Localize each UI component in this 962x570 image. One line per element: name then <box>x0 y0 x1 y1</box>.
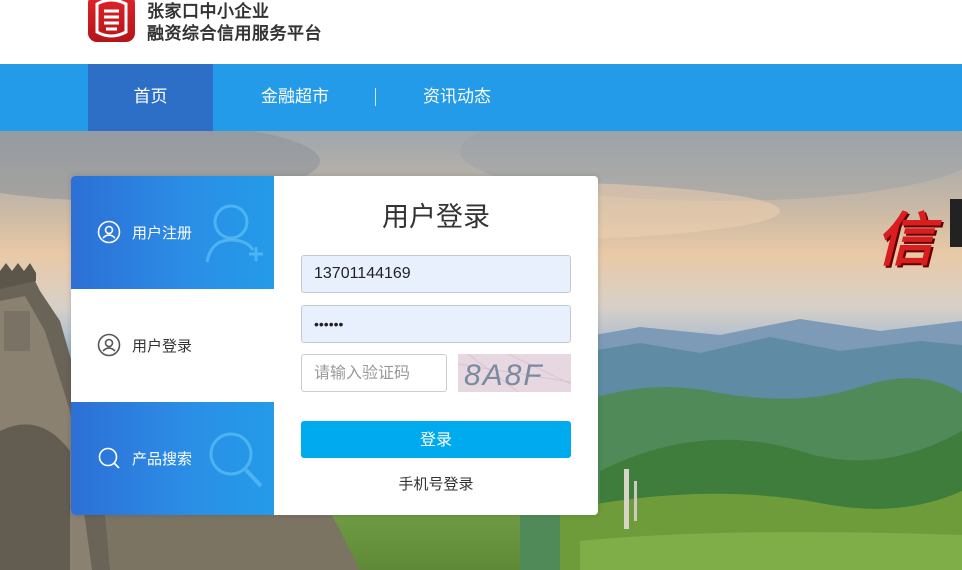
nav-item-finance-market[interactable]: 金融超市 <box>233 64 357 131</box>
password-input[interactable]: •••••• <box>301 305 571 343</box>
tab-product-search[interactable]: 产品搜索 <box>71 402 274 515</box>
login-panel: 用户注册 用户登录 产品搜索 用户登录 13701144169 •••••• 请… <box>71 176 598 515</box>
slogan-fragment <box>950 199 962 247</box>
site-title-line2: 融资综合信用服务平台 <box>147 24 322 44</box>
captcha-text: 8A8F <box>464 359 544 392</box>
phone-login-link[interactable]: 手机号登录 <box>274 473 598 494</box>
site-header: 张家口中小企业 融资综合信用服务平台 <box>0 0 962 64</box>
user-add-watermark-icon <box>205 204 263 263</box>
credit-logo-icon[interactable] <box>88 0 135 42</box>
login-button[interactable]: 登录 <box>301 421 571 458</box>
slogan-text: 信 <box>876 206 935 274</box>
tab-product-search-label: 产品搜索 <box>132 450 193 468</box>
user-icon <box>97 333 121 357</box>
username-input[interactable]: 13701144169 <box>301 255 571 293</box>
tab-register[interactable]: 用户注册 <box>71 176 274 289</box>
tab-register-label: 用户注册 <box>132 224 193 242</box>
tab-login[interactable]: 用户登录 <box>71 289 274 402</box>
user-icon <box>97 220 121 244</box>
captcha-image[interactable]: 8A8F <box>457 353 572 393</box>
captcha-input[interactable]: 请输入验证码 <box>301 354 447 392</box>
login-title: 用户登录 <box>382 202 490 233</box>
search-icon <box>98 447 120 469</box>
nav-item-news[interactable]: 资讯动态 <box>395 64 519 131</box>
main-nav: 首页 金融超市 资讯动态 <box>0 64 962 131</box>
tab-login-label: 用户登录 <box>132 337 193 355</box>
nav-divider <box>375 88 376 106</box>
search-watermark-icon <box>209 432 263 488</box>
nav-item-home[interactable]: 首页 <box>88 64 213 131</box>
